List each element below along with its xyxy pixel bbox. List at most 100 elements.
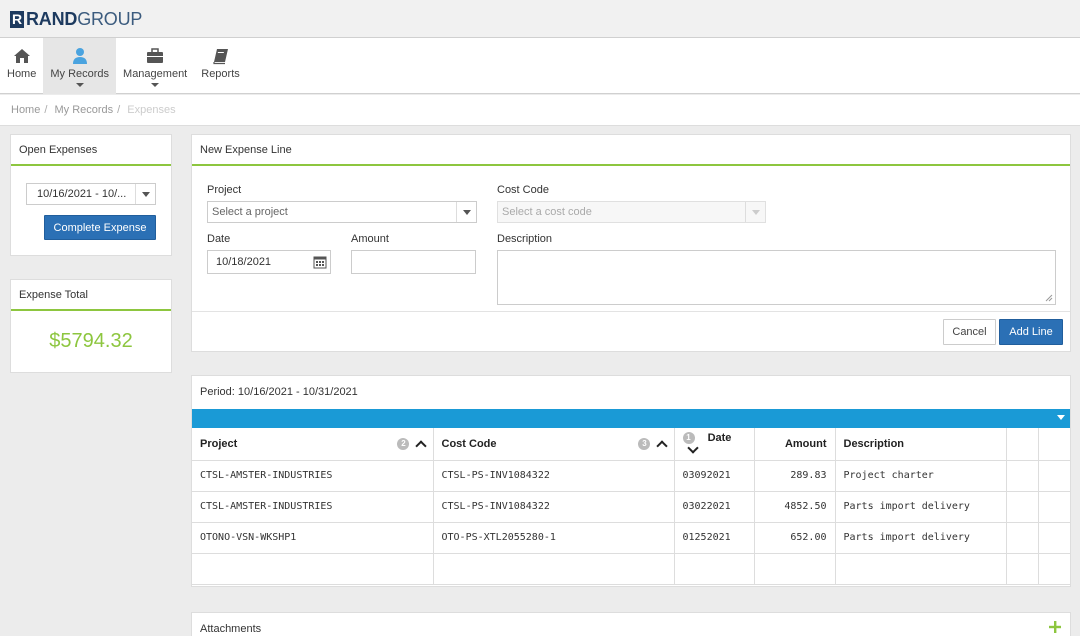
plus-icon[interactable] (1049, 621, 1061, 633)
table-row[interactable]: OTONO-VSN-WKSHP1 OTO-PS-XTL2055280-1 012… (192, 522, 1070, 554)
cell-action-2[interactable] (1038, 460, 1070, 492)
table-row[interactable]: CTSL-AMSTER-INDUSTRIES CTSL-PS-INV108432… (192, 460, 1070, 492)
column-header-amount[interactable]: Amount (754, 428, 836, 461)
table-row-empty (192, 553, 1070, 585)
cell-project: CTSL-AMSTER-INDUSTRIES (192, 460, 434, 492)
cell-cost-code: CTSL-PS-INV1084322 (433, 460, 675, 492)
table-header-row: Project 2 Cost Code 3 1 Date Amount Desc… (192, 428, 1070, 461)
column-header-description[interactable]: Description (835, 428, 1007, 461)
complete-expense-button[interactable]: Complete Expense (44, 215, 156, 240)
chevron-down-icon (75, 83, 84, 87)
cell-amount: 4852.50 (754, 491, 836, 523)
column-header-action-1 (1006, 428, 1039, 461)
cell-action-1[interactable] (1006, 522, 1039, 554)
cell-action-1[interactable] (1006, 460, 1039, 492)
sort-order-badge: 2 (397, 438, 410, 451)
nav-management-label: Management (123, 68, 188, 80)
expense-lines-table: Project 2 Cost Code 3 1 Date Amount Desc… (192, 428, 1070, 585)
brand-logo[interactable]: R RAND GROUP (10, 9, 142, 30)
breadcrumb-home[interactable]: Home (11, 104, 40, 116)
add-line-button[interactable]: Add Line (999, 319, 1063, 345)
date-label: Date (207, 233, 231, 245)
user-icon (72, 48, 87, 64)
table-toolbar (192, 409, 1070, 428)
logo-mark: R (10, 11, 24, 28)
nav-home-label: Home (7, 68, 37, 80)
chevron-down-icon (745, 202, 765, 222)
open-expenses-title: Open Expenses (11, 135, 171, 166)
nav-my-records[interactable]: My Records (43, 38, 117, 94)
expense-total-title: Expense Total (11, 280, 171, 311)
amount-label: Amount (351, 233, 389, 245)
column-header-project[interactable]: Project 2 (192, 428, 434, 461)
cancel-button[interactable]: Cancel (943, 319, 996, 345)
form-footer (192, 311, 1070, 312)
logo-name-bold: RAND (26, 9, 78, 29)
resize-handle-icon[interactable] (1045, 294, 1053, 302)
sort-order-badge: 3 (638, 438, 651, 451)
period-select-value: 10/16/2021 - 10/... (37, 188, 127, 200)
cost-code-label: Cost Code (497, 184, 549, 196)
nav-reports-label: Reports (201, 68, 240, 80)
expense-total-panel: Expense Total $5794.32 (10, 279, 172, 373)
new-expense-line-title: New Expense Line (192, 135, 1070, 166)
cell-amount: 652.00 (754, 522, 836, 554)
cell-date: 03022021 (674, 491, 755, 523)
open-expenses-panel: Open Expenses 10/16/2021 - 10/... Comple… (10, 134, 172, 256)
breadcrumb-my-records[interactable]: My Records (54, 104, 113, 116)
cell-action-1[interactable] (1006, 491, 1039, 523)
home-icon (13, 49, 30, 63)
date-field[interactable]: 10/18/2021 (207, 250, 331, 274)
sort-ascending-icon (655, 440, 668, 452)
chevron-down-icon[interactable] (1057, 415, 1065, 420)
cell-description: Parts import delivery (835, 522, 1007, 554)
period-select[interactable]: 10/16/2021 - 10/... (26, 183, 156, 205)
chevron-down-icon (135, 184, 155, 204)
project-select[interactable]: Select a project (207, 201, 477, 223)
cell-date: 03092021 (674, 460, 755, 492)
cost-code-select-placeholder: Select a cost code (502, 206, 592, 218)
attachments-panel: Attachments (191, 612, 1071, 636)
table-row[interactable]: CTSL-AMSTER-INDUSTRIES CTSL-PS-INV108432… (192, 491, 1070, 523)
cell-date: 01252021 (674, 522, 755, 554)
new-expense-line-panel: New Expense Line Project Select a projec… (191, 134, 1071, 352)
cell-amount: 289.83 (754, 460, 836, 492)
top-bar: R RAND GROUP (0, 0, 1080, 38)
expense-lines-panel: Period: 10/16/2021 - 10/31/2021 Project … (191, 375, 1071, 587)
project-label: Project (207, 184, 242, 196)
cell-action-2[interactable] (1038, 491, 1070, 523)
column-header-cost-code[interactable]: Cost Code 3 (433, 428, 675, 461)
breadcrumb: Home / My Records / Expenses (0, 95, 1080, 126)
project-select-placeholder: Select a project (212, 206, 288, 218)
sort-descending-icon (686, 442, 699, 454)
nav-management[interactable]: Management (116, 38, 194, 94)
main-nav: Home My Records Management Reports (0, 38, 1080, 94)
column-header-date[interactable]: 1 Date (674, 428, 755, 461)
cell-description: Project charter (835, 460, 1007, 492)
cost-code-select[interactable]: Select a cost code (497, 201, 766, 223)
chevron-down-icon (151, 83, 160, 87)
cell-cost-code: OTO-PS-XTL2055280-1 (433, 522, 675, 554)
column-header-action-2 (1038, 428, 1070, 461)
amount-field[interactable] (351, 250, 476, 274)
cell-project: CTSL-AMSTER-INDUSTRIES (192, 491, 434, 523)
nav-home[interactable]: Home (0, 38, 43, 94)
nav-reports[interactable]: Reports (194, 38, 247, 94)
attachments-title: Attachments (200, 623, 262, 635)
description-label: Description (497, 233, 553, 245)
briefcase-icon (147, 48, 164, 63)
book-icon (212, 49, 228, 65)
logo-name-light: GROUP (77, 9, 143, 29)
calendar-icon[interactable] (313, 255, 327, 269)
cell-cost-code: CTSL-PS-INV1084322 (433, 491, 675, 523)
cell-project: OTONO-VSN-WKSHP1 (192, 522, 434, 554)
date-value: 10/18/2021 (216, 256, 272, 268)
sort-ascending-icon (414, 440, 427, 452)
cell-description: Parts import delivery (835, 491, 1007, 523)
period-title: Period: 10/16/2021 - 10/31/2021 (200, 386, 358, 398)
description-textarea[interactable] (497, 250, 1056, 305)
cell-action-2[interactable] (1038, 522, 1070, 554)
chevron-down-icon (456, 202, 476, 222)
breadcrumb-current: Expenses (127, 104, 176, 116)
expense-total-value: $5794.32 (49, 330, 133, 352)
